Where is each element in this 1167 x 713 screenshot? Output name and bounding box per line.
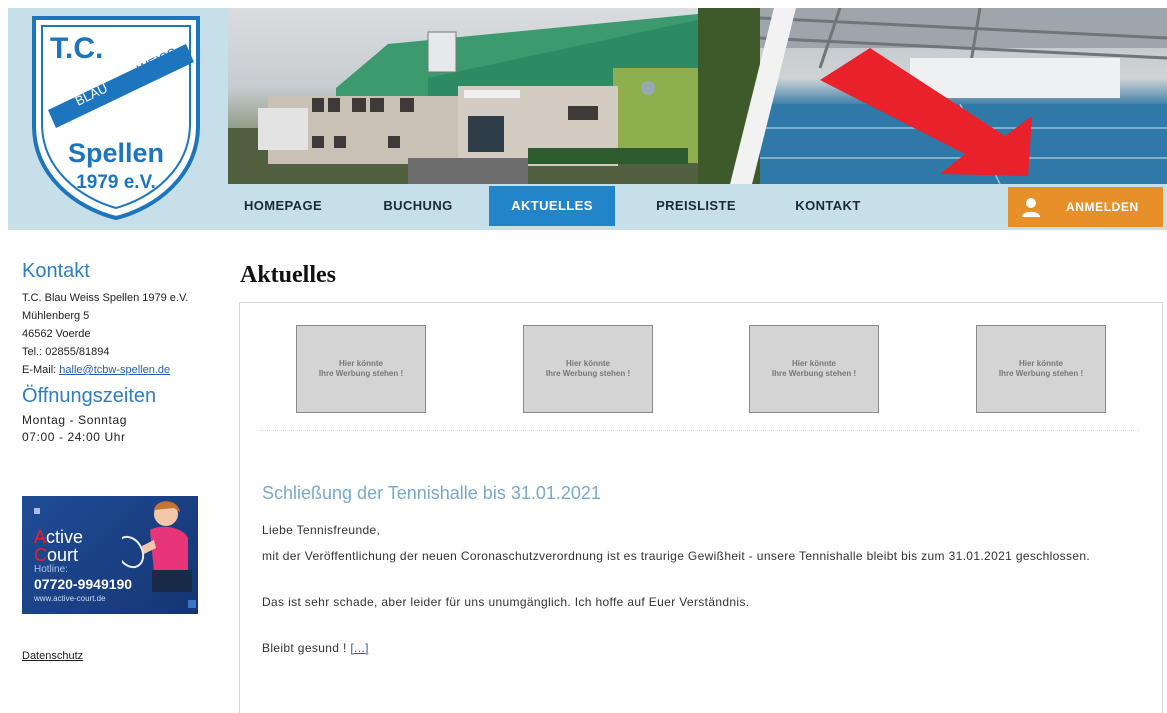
hours-days: Montag - Sonntag [22, 413, 127, 427]
logo-text-tc: T.C. [50, 32, 103, 65]
contact-block: T.C. Blau Weiss Spellen 1979 e.V. Mühlen… [22, 289, 222, 379]
ad-slot[interactable]: Hier könnte Ihre Werbung stehen ! [523, 325, 653, 413]
email-link[interactable]: halle@tcbw-spellen.de [59, 364, 170, 376]
contact-line-city: 46562 Voerde [22, 328, 91, 340]
active-court-ad[interactable]: Active Court Hotline: 07720-9949190 www.… [22, 496, 198, 614]
site-header: HOMEPAGE BUCHUNG AKTUELLES PREISLISTE KO… [0, 0, 1167, 232]
contact-line-club: T.C. Blau Weiss Spellen 1979 e.V. [22, 292, 189, 304]
nav-item-homepage[interactable]: HOMEPAGE [233, 186, 333, 226]
news-content-box: Hier könnte Ihre Werbung stehen ! Hier k… [239, 302, 1163, 713]
nav-item-preisliste[interactable]: PREISLISTE [636, 186, 756, 226]
post-greeting: Liebe Tennisfreunde, [262, 523, 381, 537]
nav-item-aktuelles[interactable]: AKTUELLES [489, 186, 615, 226]
email-label: E-Mail: [22, 364, 57, 376]
nav-item-buchung[interactable]: BUCHUNG [363, 186, 473, 226]
post-paragraph-1: mit der Veröffentlichung der neuen Coron… [262, 549, 1091, 563]
ad-slot[interactable]: Hier könnte Ihre Werbung stehen ! [296, 325, 426, 413]
page-title: Aktuelles [240, 262, 336, 288]
ad-slot[interactable]: Hier könnte Ihre Werbung stehen ! [749, 325, 879, 413]
user-icon [1022, 198, 1040, 217]
banner-photo-building [228, 8, 768, 184]
divider [260, 430, 1140, 431]
post-title[interactable]: Schließung der Tennishalle bis 31.01.202… [262, 483, 601, 504]
ad-brand-name: Active Court [34, 527, 84, 565]
ad-phone: 07720-9949190 [34, 576, 133, 592]
logo-text-spellen: Spellen [68, 138, 164, 168]
ad-url: www.active-court.de [34, 594, 106, 603]
contact-heading: Kontakt [22, 260, 90, 282]
logo-text-year: 1979 e.V. [76, 172, 156, 193]
contact-line-email: E-Mail: halle@tcbw-spellen.de [22, 361, 222, 379]
hours-time: 07:00 - 24:00 Uhr [22, 430, 126, 444]
club-logo[interactable]: T.C. BLAU WEISS Spellen 1979 e.V. [28, 14, 204, 220]
post-paragraph-2: Das ist sehr schade, aber leider für uns… [262, 595, 750, 609]
court-illustration [759, 8, 1167, 184]
building-illustration [228, 8, 768, 184]
login-label: ANMELDEN [1066, 200, 1139, 214]
nav-item-kontakt[interactable]: KONTAKT [778, 186, 878, 226]
post-closing: Bleibt gesund ! [...] [262, 641, 369, 655]
ad-corner-square [34, 508, 40, 514]
banner-photo-court [759, 8, 1167, 184]
ad-slot[interactable]: Hier könnte Ihre Werbung stehen ! [976, 325, 1106, 413]
post-body: Liebe Tennisfreunde, mit der Veröffentli… [262, 517, 1152, 661]
contact-line-street: Mühlenberg 5 [22, 310, 90, 322]
ad-hotline-label: Hotline: [34, 564, 68, 575]
login-button[interactable]: ANMELDEN [1008, 187, 1163, 227]
hours-heading: Öffnungszeiten [22, 385, 157, 407]
contact-line-phone: Tel.: 02855/81894 [22, 346, 110, 358]
read-more-link[interactable]: [...] [350, 641, 368, 655]
tennis-player-image [122, 501, 196, 608]
sidebar: Kontakt T.C. Blau Weiss Spellen 1979 e.V… [22, 260, 222, 662]
header-banner [228, 8, 1167, 184]
privacy-link[interactable]: Datenschutz [22, 650, 83, 662]
hours-block: Montag - Sonntag 07:00 - 24:00 Uhr [22, 412, 222, 446]
